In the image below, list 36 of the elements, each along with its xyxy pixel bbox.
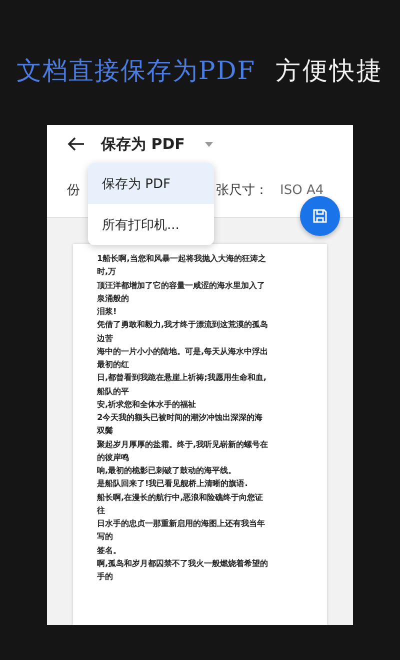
document-text-line: 时,万 (97, 265, 118, 278)
dropdown-icon[interactable] (204, 142, 213, 146)
document-text-line: 日水手的忠贞一那重新启用的海图上还有我当年 (97, 517, 266, 530)
document-text-line: 啊,孤岛和岁月都囚禁不了我火一般燃烧着希望的 (97, 556, 270, 570)
menu-item[interactable]: 所有打印机... (88, 204, 214, 245)
document-text-line: 船长啊,在漫长的航行中,恶浪和险礁终于向您证 (97, 490, 264, 504)
document-text-line: 写的 (97, 530, 114, 544)
document-text-line: 签名。 (97, 544, 122, 556)
toolbar-title: 保存为 PDF (101, 134, 185, 154)
document-text-line: 是船队回来了!我已看见舰桥上清晰的旗语. (97, 477, 249, 490)
headline-text: 文档直接保存为PDF (16, 54, 256, 86)
option-label: 张尺寸： (216, 182, 268, 199)
document-text-line: 2今天我的额头已被时间的潮汐冲蚀出深深的海 (97, 411, 264, 424)
menu-item[interactable]: 保存为 PDF (88, 163, 214, 204)
headline-text: 方便快捷 (276, 54, 384, 86)
document-text-line: 响,最初的桅影已刺破了鼓动的海平线。 (97, 464, 238, 477)
document-text-line: 泪浆! (97, 305, 118, 318)
document-text-line: 船队的平 (97, 384, 130, 398)
document-text-line: 泉涌般的 (97, 292, 130, 305)
document-text-line: 安,祈求您和全体水手的福祉 (97, 398, 198, 411)
document-text-line: 日,都曾看到我跪在悬崖上祈祷;我愿用生命和血, (97, 371, 268, 384)
save-button[interactable] (300, 196, 340, 236)
option-label: 份 (67, 182, 80, 199)
document-text-line: 凭借了勇敢和毅力,我才终于漂流到这荒漠的孤岛 (97, 318, 270, 332)
document-text-line: 边苦 (97, 332, 114, 344)
document-text-line: 海中的一片小小的陆地。可是,每天从海水中浮出 (97, 344, 270, 358)
document-text-line: 的彼岸鸣 (97, 450, 130, 464)
back-arrow-icon[interactable] (67, 137, 85, 151)
document-text-line: 双鬓 (97, 424, 114, 438)
document-text-line: 手的 (97, 570, 114, 583)
document-text-line: 顶汪洋都增加了它的容量一咸涩的海水里加入了 (97, 278, 266, 292)
document-text-line: 1船长啊,当您和风暴一起将我抛入大海的狂涛之 (97, 252, 267, 265)
document-text-line: 往 (97, 504, 106, 517)
document-text-line: 聚起岁月厚厚的盐霜。终于,我听见崭新的螺号在 (97, 438, 270, 450)
document-text-line: 最初的红 (97, 358, 130, 371)
option-value[interactable]: ISO A4 (280, 182, 324, 198)
